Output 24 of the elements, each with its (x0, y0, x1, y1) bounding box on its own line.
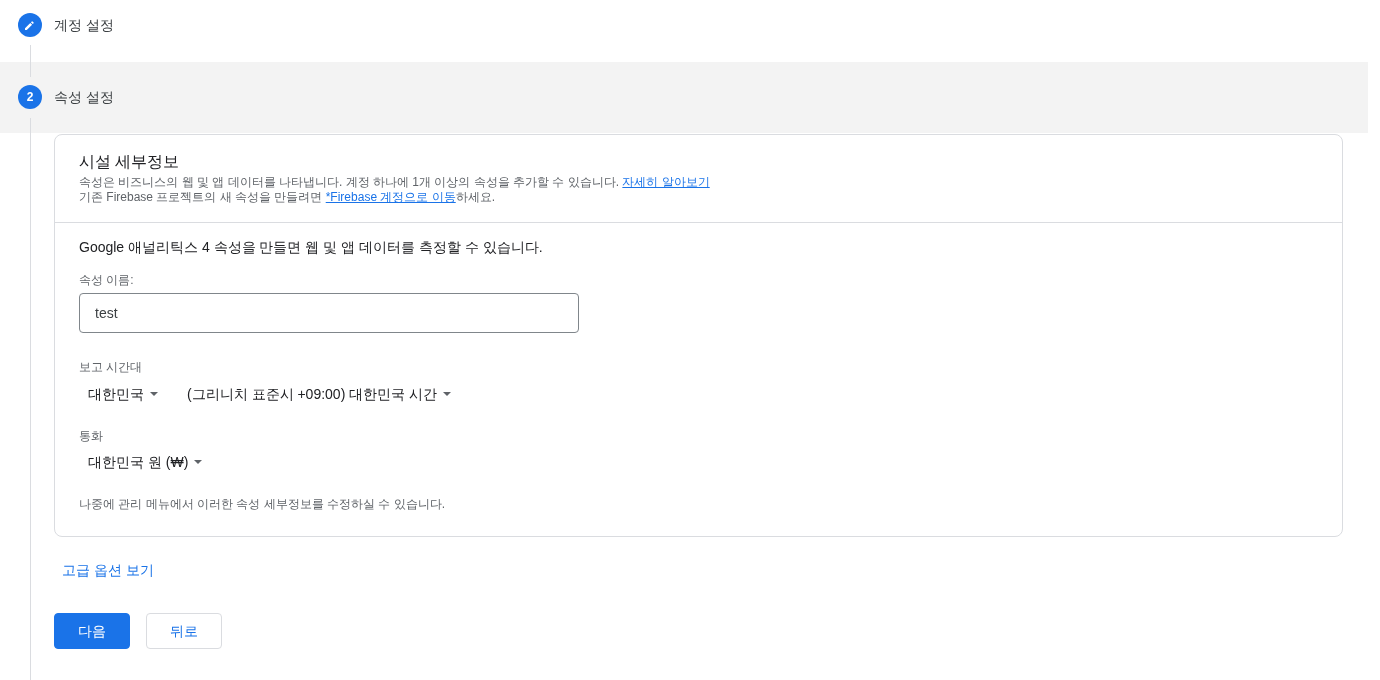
step-number: 2 (18, 85, 42, 109)
step-title[interactable]: 속성 설정 (54, 85, 114, 133)
help-link[interactable]: 자세히 알아보기 (622, 175, 710, 189)
intro-text: Google 애널리틱스 4 속성을 만들면 웹 및 앱 데이터를 측정할 수 있습니다. (79, 238, 544, 257)
note-text: 나중에 관리 메뉴에서 이러한 속성 세부정보를 수정하실 수 있습니다. (79, 496, 446, 512)
field-label: 통화 (79, 428, 104, 444)
description-text: 속성은 비즈니스의 웹 및 앱 데이터를 나타냅니다. 계정 하나에 1개 이상의 속성을 추가할 수 있습니다. 자세히 알아보기 (79, 175, 711, 190)
step-title[interactable]: 계정 설정 (54, 13, 114, 62)
pencil-icon (18, 13, 42, 37)
description-text: 기존 Firebase 프로젝트의 새 속성을 만들려면 *Firebase 계정으로 이동하세요. (79, 190, 497, 205)
time-zone-dropdown[interactable]: 대한민국 (79, 379, 167, 409)
property-name-input[interactable]: test (79, 293, 579, 333)
time-zone-dropdown[interactable]: (그리니치 표준시 +09:00) 대한민국 시간 (178, 379, 461, 409)
currency-dropdown[interactable]: 대한민국 원 (₩) (79, 447, 212, 477)
card-title: 시설 세부정보 (79, 152, 181, 172)
caret-icon (194, 460, 203, 464)
next-button[interactable]: 다음 (54, 613, 130, 649)
help-link[interactable]: *Firebase 계정으로 이동 (325, 190, 456, 204)
advanced-options-link[interactable]: 고급 옵션 보기 (54, 554, 162, 586)
caret-icon (443, 392, 452, 396)
field-label: 보고 시간대 (79, 359, 144, 375)
field-label: 속성 이름: (79, 272, 135, 288)
back-button[interactable]: 뒤로 (146, 613, 222, 649)
caret-icon (150, 392, 158, 396)
